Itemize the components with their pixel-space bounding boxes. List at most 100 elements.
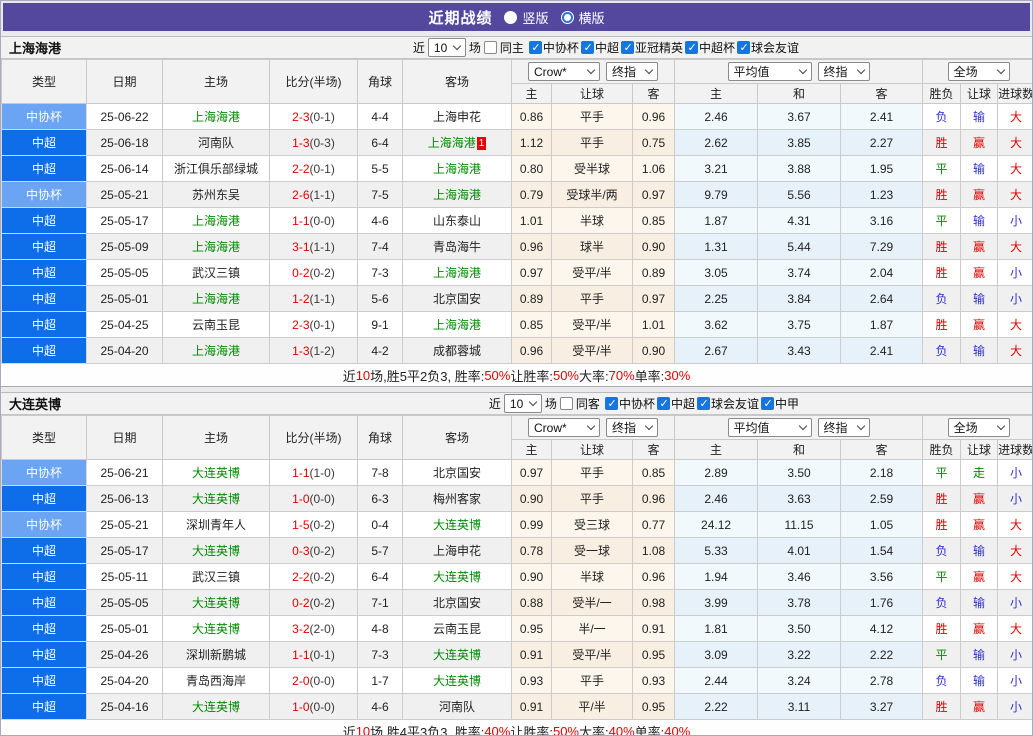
odds-away-cell: 1.08 [631,537,676,564]
home-team-cell: 上海海港 [162,103,270,130]
team-name: 上海海港 [9,41,62,56]
away-team-cell: 大连英博 [402,667,512,694]
odds-time-select[interactable]: 终指 [606,418,659,437]
type-cell: 中超 [1,537,87,564]
score-cell: 1-5(0-2) [269,511,358,538]
wdl-result-cell: 负 [922,337,962,364]
corner-cell: 9-1 [357,311,403,338]
handicap-result-cell: 输 [960,103,999,130]
vertical-layout-radio[interactable] [504,10,518,24]
home-team-cell: 上海海港 [162,285,270,312]
team-name: 河南队 [197,136,234,150]
type-cell: 中超 [1,337,87,364]
type-cell: 中超 [1,615,87,642]
league-checkbox[interactable] [620,40,634,54]
odds-home-cell: 0.97 [511,259,552,286]
col-handicap-result: 让球 [960,439,999,460]
match-row: 中超 25-05-09 上海海港 3-1(1-1) 7-4 青岛海牛 0.96 球半 0.90 1… [1,233,1032,260]
avg-home-cell: 2.25 [674,285,759,312]
same-venue-checkbox[interactable] [483,41,497,54]
odds-source-select[interactable]: Crow* [528,418,601,437]
col-date: 日期 [86,415,163,460]
match-count-select[interactable]: 10 [503,394,542,413]
chevron-down-icon [452,41,462,51]
match-row: 中协杯 25-06-22 上海海港 2-3(0-1) 4-4 上海申花 0.86 平手 0.96… [1,103,1032,130]
summary-text: 50% [552,723,579,736]
odds-home-cell: 0.78 [511,537,552,564]
type-cell: 中超 [1,155,87,182]
avg-source-select[interactable]: 平均值 [727,418,812,437]
match-count-select[interactable]: 10 [427,38,466,57]
avg-time-select[interactable]: 终指 [817,418,870,437]
goals-result-cell: 小 [997,693,1032,720]
league-checkbox[interactable] [736,40,750,54]
handicap-result-cell: 赢 [960,129,999,156]
team-name: 上海海港 [191,110,240,124]
corner-cell: 4-6 [357,207,403,234]
match-row: 中超 25-06-14 浙江俱乐部绿城 2-2(0-1) 5-5 上海海港 0.80 受半球 1… [1,155,1032,182]
chevron-down-icon [586,421,596,431]
league-label: 中超 [670,396,695,411]
odds-home-cell: 0.95 [511,615,552,642]
league-checkbox[interactable] [656,396,670,410]
odds-home-cell: 0.90 [511,485,552,512]
chevron-down-icon [856,65,865,75]
games-label: 场 [468,41,481,55]
odds-home-cell: 0.91 [511,641,552,668]
avg-away-cell: 1.05 [840,511,924,538]
corner-cell: 5-5 [357,155,403,182]
team-name: 大连英博 [432,518,481,532]
league-label: 中甲 [774,396,799,411]
score-cell: 3-2(2-0) [269,615,358,642]
handicap-result-cell: 走 [960,459,999,486]
summary: 近 10 场,胜4平3负3, 胜率: 40% 让胜率: 50% 大率: 40% 单率: 40… [1,720,1032,736]
league-checkbox[interactable] [580,40,594,54]
same-venue-checkbox[interactable] [559,397,573,410]
team-name: 大连英博 [432,570,481,584]
match-row: 中超 25-04-25 云南玉昆 2-3(0-1) 9-1 上海海港 0.85 受平/半 1.0… [1,311,1032,338]
handicap-cell: 受球半/两 [551,181,633,208]
results-table: 类型 日期 主场 比分(半场) 角球 客场 Crow* 终指 平均值 终指 全场… [1,59,1032,364]
avg-source-select[interactable]: 平均值 [727,62,812,81]
league-checkbox[interactable] [696,396,710,410]
odds-group-header: Crow* 终指 [510,415,676,440]
league-checkbox[interactable] [684,40,698,54]
league-checkbox[interactable] [760,396,774,410]
wdl-result-cell: 平 [922,563,962,590]
fulltime-select[interactable]: 全场 [947,418,1010,437]
team-name: 浙江俱乐部绿城 [173,162,258,176]
avg-draw-cell: 3.75 [757,311,842,338]
avg-away-cell: 1.54 [840,537,924,564]
team-name: 上海海港 [432,266,481,280]
home-team-cell: 上海海港 [162,207,270,234]
score-cell: 2-2(0-2) [269,563,358,590]
odds-away-cell: 0.77 [631,511,676,538]
avg-away-cell: 2.22 [840,641,924,668]
league-filter-item: 中超杯 [684,39,735,56]
odds-away-cell: 0.75 [631,129,676,156]
date-cell: 25-05-21 [86,511,163,538]
match-row: 中协杯 25-05-21 深圳青年人 1-5(0-2) 0-4 大连英博 0.99 受三球 0.… [1,511,1032,538]
odds-away-cell: 1.01 [631,311,676,338]
summary-text: 近 [342,724,356,736]
team-name: 大连英博 [9,397,62,412]
date-cell: 25-05-01 [86,285,163,312]
fulltime-select[interactable]: 全场 [947,62,1010,81]
handicap-result-cell: 输 [960,285,999,312]
home-team-cell: 上海海港 [162,337,270,364]
odds-time-select[interactable]: 终指 [606,62,659,81]
odds-source-select[interactable]: Crow* [528,62,601,81]
team-name: 大连英博 [432,648,481,662]
avg-draw-cell: 3.84 [757,285,842,312]
odds-home-cell: 0.90 [511,563,552,590]
odds-away-cell: 0.96 [631,563,676,590]
league-checkbox[interactable] [528,40,542,54]
avg-time-select[interactable]: 终指 [817,62,870,81]
league-checkbox[interactable] [604,396,618,410]
horizontal-layout-radio[interactable] [560,10,574,24]
chevron-down-icon [798,421,807,431]
col-handicap-result: 让球 [960,83,999,104]
avg-draw-cell: 3.50 [757,459,842,486]
avg-home-cell: 5.33 [674,537,759,564]
summary-text: 10 [355,367,371,383]
